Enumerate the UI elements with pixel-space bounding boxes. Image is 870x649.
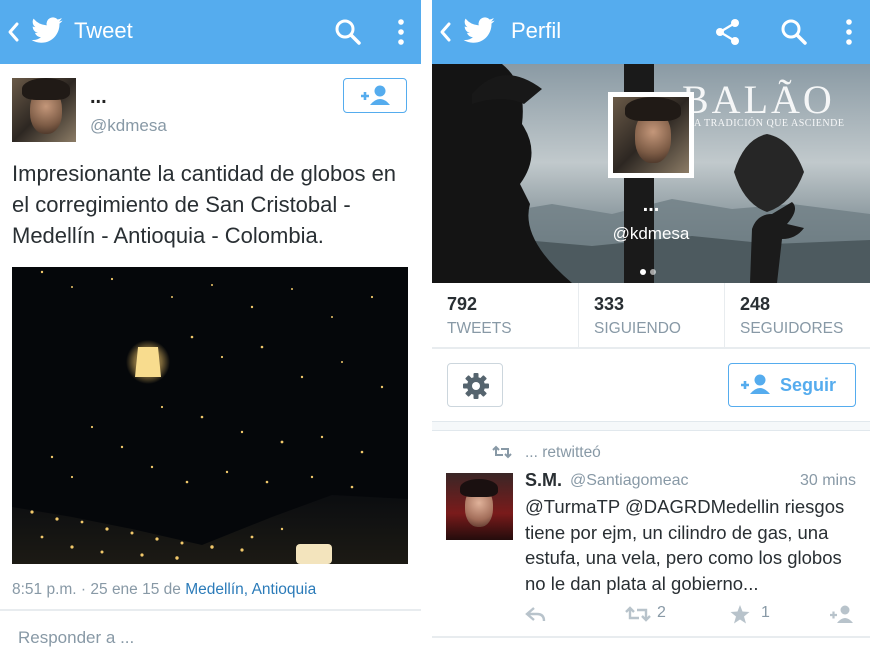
tweet-text: Impresionante la cantidad de globos en e… [12,161,397,248]
retweet-icon [492,445,512,459]
add-user-icon [741,374,770,394]
add-user-icon[interactable] [828,600,856,628]
location-link[interactable]: Medellín, Antioquia [185,581,316,598]
favorite-count: 1 [761,604,770,621]
profile-stats: 792 TWEETS 333 SIGUIENDO 248 SEGUIDORES [432,283,870,349]
follow-button-label: Seguir [780,375,837,395]
app-bar-title: Tweet [74,18,133,43]
author-name[interactable]: ... [90,86,107,109]
stat-label: SIGUIENDO [594,320,681,337]
share-icon[interactable] [712,16,744,48]
stat-followers[interactable]: 248 SEGUIDORES [724,283,870,347]
retweet-context: ... retwitteó [525,444,601,461]
location-prefix: de [159,581,186,598]
tweet-photo[interactable] [12,267,408,564]
stat-number: 333 [594,294,625,314]
divider [432,636,870,638]
follow-button[interactable]: Seguir [728,363,856,407]
search-icon[interactable] [332,16,364,48]
retweet-action[interactable]: 2 [625,600,685,628]
overflow-menu-icon[interactable] [385,16,417,48]
tweet-time: 30 mins [799,472,856,489]
section-divider [432,421,870,431]
profile-screen: Perfil BALÃO A TRADICIÓN QUE ASCIENDE ..… [432,0,870,649]
tweet-text: @TurmaTP @DAGRDMedellin riesgos tiene po… [525,496,845,594]
stat-label: SEGUIDORES [740,320,844,337]
stat-label: TWEETS [447,320,512,337]
overflow-menu-icon[interactable] [833,16,865,48]
reply-input[interactable]: Responder a ... [18,628,134,648]
tweet-meta: 8:51 p.m. · 25 ene 15 de Medellín, Antio… [12,581,316,599]
profile-handle: @kdmesa [612,224,690,243]
settings-button[interactable] [447,363,503,407]
twitter-bird-icon[interactable] [462,14,496,48]
search-icon[interactable] [778,16,810,48]
avatar[interactable] [446,473,513,540]
favorite-icon [730,605,750,624]
banner-brand-subtitle: A TRADICIÓN QUE ASCIENDE [694,118,845,129]
app-bar: Tweet [0,0,421,64]
banner-pager [640,262,660,280]
screen-divider [421,0,432,649]
app-bar: Perfil [432,0,870,64]
app-bar-title: Perfil [511,18,562,43]
retweet-count: 2 [657,604,666,621]
stat-number: 792 [447,294,478,314]
tweet-author-name[interactable]: S.M. [525,470,562,491]
profile-banner: BALÃO A TRADICIÓN QUE ASCIENDE ... @kdme… [432,64,870,283]
stat-following[interactable]: 333 SIGUIENDO [578,283,724,347]
banner-brand: BALÃO [682,77,835,122]
reply-icon[interactable] [525,600,547,628]
divider [0,609,421,611]
follow-button[interactable] [343,78,407,113]
back-icon[interactable] [6,19,20,45]
tweet-detail-screen: Tweet ... @kdmesa Impresionante la canti… [0,0,421,649]
tweet-actions: 2 1 [432,600,870,628]
stat-tweets[interactable]: 792 TWEETS [432,283,578,347]
tweet-author-handle[interactable]: @Santiagomeac [570,472,689,490]
add-user-icon [361,85,390,105]
avatar[interactable] [12,78,76,142]
favorite-action[interactable]: 1 [729,600,779,628]
author-handle[interactable]: @kdmesa [90,116,167,136]
profile-name: ... [642,194,660,216]
gear-icon [463,373,489,399]
profile-avatar[interactable] [608,92,694,178]
back-icon[interactable] [438,19,452,45]
stat-number: 248 [740,294,771,314]
tweet-timestamp: 8:51 p.m. · 25 ene 15 [12,581,160,598]
twitter-bird-icon[interactable] [30,14,64,48]
retweet-icon [625,606,651,622]
